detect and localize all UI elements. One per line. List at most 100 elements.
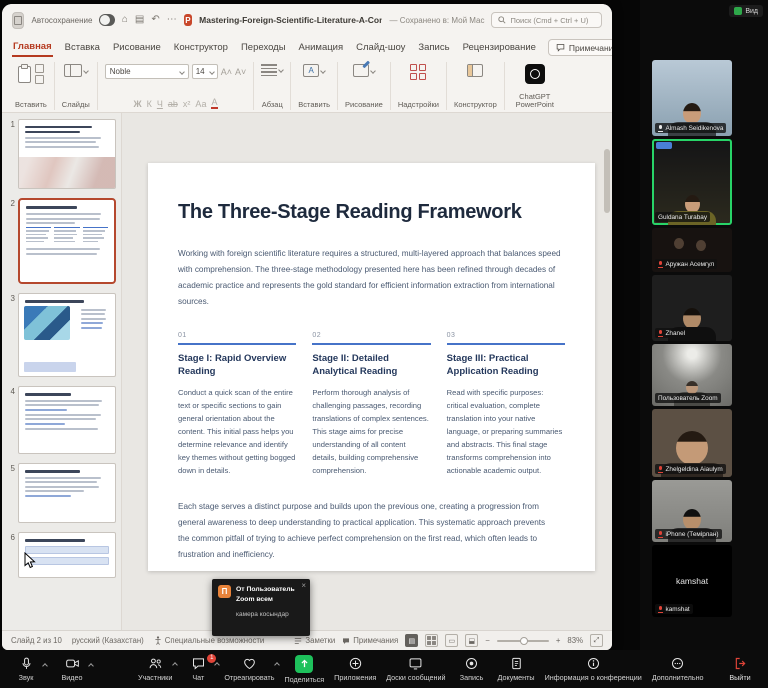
font-name-select[interactable]: Noble <box>105 64 189 79</box>
tab-transitions[interactable]: Переходы <box>240 39 287 56</box>
participant-video[interactable]: Almash Seidikenova <box>652 60 732 136</box>
change-case-button[interactable]: Аа <box>195 99 206 109</box>
tab-draw[interactable]: Рисование <box>112 39 162 56</box>
search-input[interactable]: Поиск (Cmd + Ctrl + U) <box>491 12 602 28</box>
app-icon <box>12 12 24 29</box>
font-size-select[interactable]: 14 <box>192 64 218 79</box>
font-color-button[interactable]: А <box>211 98 217 109</box>
tab-insert[interactable]: Вставка <box>64 39 101 56</box>
slide-title[interactable]: The Three-Stage Reading Framework <box>178 201 565 224</box>
participant-video-active-speaker[interactable]: Guldana Turabay <box>652 139 732 225</box>
slideshow-view-button[interactable]: ⬓ <box>465 634 478 647</box>
tab-animations[interactable]: Анимация <box>298 39 345 56</box>
participant-video[interactable]: iPhone (Темірлан) <box>652 480 732 542</box>
addins-icon <box>410 64 426 80</box>
save-icon[interactable]: ▤ <box>135 15 144 25</box>
chevron-up-icon[interactable] <box>215 662 221 668</box>
strikethrough-button[interactable]: ab <box>168 99 178 109</box>
zoom-slider[interactable] <box>497 640 549 642</box>
react-button[interactable]: Отреагировать <box>220 655 278 684</box>
paste-group[interactable]: Вставить <box>8 62 55 110</box>
record-button[interactable]: Запись <box>452 655 492 684</box>
leave-meeting-button[interactable]: Выйти <box>720 656 760 682</box>
tab-home[interactable]: Главная <box>12 38 53 57</box>
slide-thumbnail-4[interactable] <box>18 386 116 454</box>
slides-group[interactable]: Слайды <box>55 62 98 110</box>
documents-button[interactable]: Документы <box>494 655 539 684</box>
undo-icon[interactable]: ↶ <box>151 15 159 25</box>
participant-video[interactable]: Zhanel <box>652 275 732 341</box>
drawing-group[interactable]: Рисование <box>338 62 391 110</box>
notes-button[interactable]: Заметки <box>294 636 335 645</box>
fit-slide-button[interactable]: ⤢ <box>590 634 603 647</box>
participants-button[interactable]: Участники <box>134 655 176 684</box>
participant-video[interactable]: Пользователь Zoom <box>652 344 732 406</box>
underline-button[interactable]: Ч <box>157 99 163 109</box>
slide-thumbnail-3[interactable] <box>18 293 116 377</box>
participant-video[interactable]: Аружан Асемгул <box>652 228 732 272</box>
accessibility-checker[interactable]: Специальные возможности <box>154 636 265 645</box>
video-button[interactable]: Видео <box>52 656 92 682</box>
shrink-font-icon[interactable]: А˅ <box>235 67 246 77</box>
chatgpt-group[interactable]: ChatGPT PowerPoint <box>505 62 565 110</box>
superscript-button[interactable]: x² <box>183 99 191 109</box>
slide-footer-text[interactable]: Each stage serves a distinct purpose and… <box>178 499 550 563</box>
chat-button[interactable]: 1 Чат <box>178 655 218 684</box>
chevron-up-icon[interactable] <box>173 662 179 668</box>
more-button[interactable]: Дополнительно <box>648 655 708 684</box>
saved-status[interactable]: — Сохранено в: Мой Мас <box>389 16 484 25</box>
language-indicator[interactable]: русский (Казахстан) <box>72 636 144 645</box>
stage-1-column[interactable]: 01 Stage I: Rapid Overview Reading Condu… <box>178 332 296 477</box>
zoom-in-button[interactable]: + <box>556 636 561 645</box>
slide-thumbnail-5[interactable] <box>18 463 116 523</box>
apps-button[interactable]: Приложения <box>330 655 380 684</box>
slide-thumbnail-1[interactable] <box>18 119 116 189</box>
chevron-up-icon[interactable] <box>88 663 94 669</box>
slide-sorter-view-button[interactable] <box>425 634 438 647</box>
audio-button[interactable]: Звук <box>6 656 46 682</box>
cut-icon[interactable] <box>35 64 44 73</box>
grow-font-icon[interactable]: А˄ <box>221 67 232 77</box>
italic-button[interactable]: К <box>147 99 152 109</box>
tab-review[interactable]: Рецензирование <box>462 39 537 56</box>
paragraph-group[interactable]: Абзац <box>254 62 291 110</box>
chevron-up-icon[interactable] <box>42 663 48 669</box>
normal-view-button[interactable]: ▤ <box>405 634 418 647</box>
participant-video-no-camera[interactable]: kamshat kamshat <box>652 545 732 617</box>
tab-slideshow[interactable]: Слайд-шоу <box>355 39 406 56</box>
meeting-info-button[interactable]: Информация о конференции <box>541 655 646 684</box>
tab-design[interactable]: Конструктор <box>173 39 229 56</box>
zoom-out-button[interactable]: − <box>485 636 490 645</box>
stage-2-column[interactable]: 02 Stage II: Detailed Analytical Reading… <box>312 332 430 477</box>
designer-group[interactable]: Конструктор <box>447 62 505 110</box>
autosave-toggle[interactable] <box>99 14 114 26</box>
thumb-number: 6 <box>5 532 15 578</box>
addins-group[interactable]: Надстройки <box>391 62 447 110</box>
participant-name: Zhelgeldina Aiaulym <box>666 466 723 473</box>
home-icon[interactable]: ⌂ <box>122 15 128 25</box>
copy-icon[interactable] <box>35 75 44 84</box>
comments-button[interactable]: Примечания <box>548 39 612 56</box>
more-icon[interactable]: ⋯ <box>167 15 177 25</box>
stage-3-column[interactable]: 03 Stage III: Practical Application Read… <box>447 332 565 477</box>
current-slide[interactable]: The Three-Stage Reading Framework Workin… <box>148 163 595 571</box>
whiteboards-button[interactable]: Доски сообщений <box>382 655 449 684</box>
slide-counter[interactable]: Слайд 2 из 10 <box>11 636 62 645</box>
participant-video[interactable]: Zhelgeldina Aiaulym <box>652 409 732 477</box>
thumb-number: 2 <box>5 198 15 284</box>
insert-group[interactable]: А Вставить <box>291 62 338 110</box>
bold-button[interactable]: Ж <box>133 99 141 109</box>
chat-notification[interactable]: × П От Пользователь Zoom всем камера кос… <box>212 579 310 636</box>
reading-view-button[interactable]: ▭ <box>445 634 458 647</box>
zoom-percent[interactable]: 83% <box>567 636 583 645</box>
scrollbar[interactable] <box>604 149 610 213</box>
slide-intro-text[interactable]: Working with foreign scientific literatu… <box>178 246 565 310</box>
close-icon[interactable]: × <box>301 581 306 590</box>
tab-record[interactable]: Запись <box>417 39 450 56</box>
comments-statusbar-button[interactable]: Примечания <box>342 636 398 645</box>
view-button[interactable]: Вид <box>729 5 763 17</box>
chevron-up-icon[interactable] <box>275 662 281 668</box>
share-screen-button[interactable]: Поделиться <box>280 655 328 684</box>
notes-icon <box>294 637 302 645</box>
slide-thumbnail-2-selected[interactable] <box>18 198 116 284</box>
